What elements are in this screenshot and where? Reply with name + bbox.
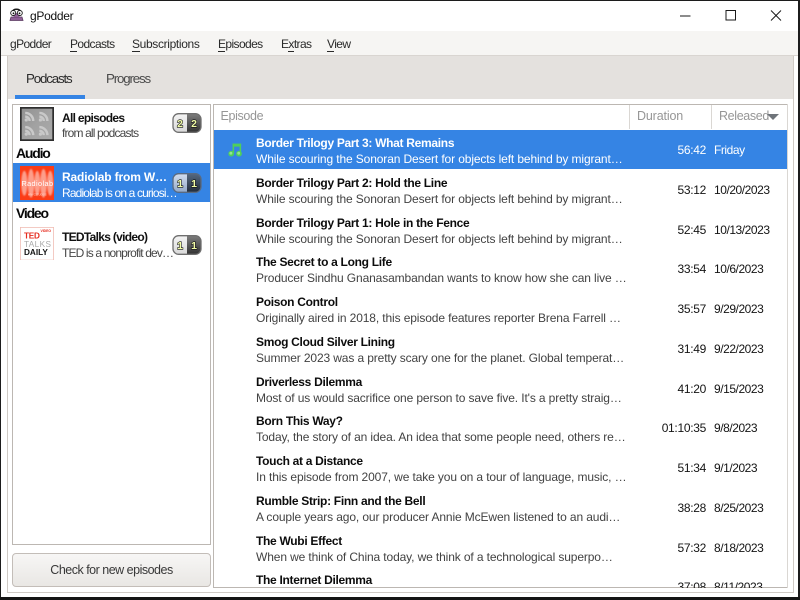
svg-text:1: 1 (177, 178, 183, 190)
svg-text:DAILY: DAILY (24, 248, 48, 257)
svg-text:1: 1 (191, 178, 197, 190)
svg-text:1: 1 (177, 240, 183, 252)
svg-text:Radiolab: Radiolab (21, 179, 53, 188)
svg-text:VIDEO: VIDEO (40, 229, 51, 233)
svg-text:1: 1 (191, 240, 197, 252)
svg-text:2: 2 (177, 118, 183, 130)
svg-text:WNYCSTUDIOS: WNYCSTUDIOS (27, 193, 46, 196)
svg-text:2: 2 (191, 118, 197, 130)
